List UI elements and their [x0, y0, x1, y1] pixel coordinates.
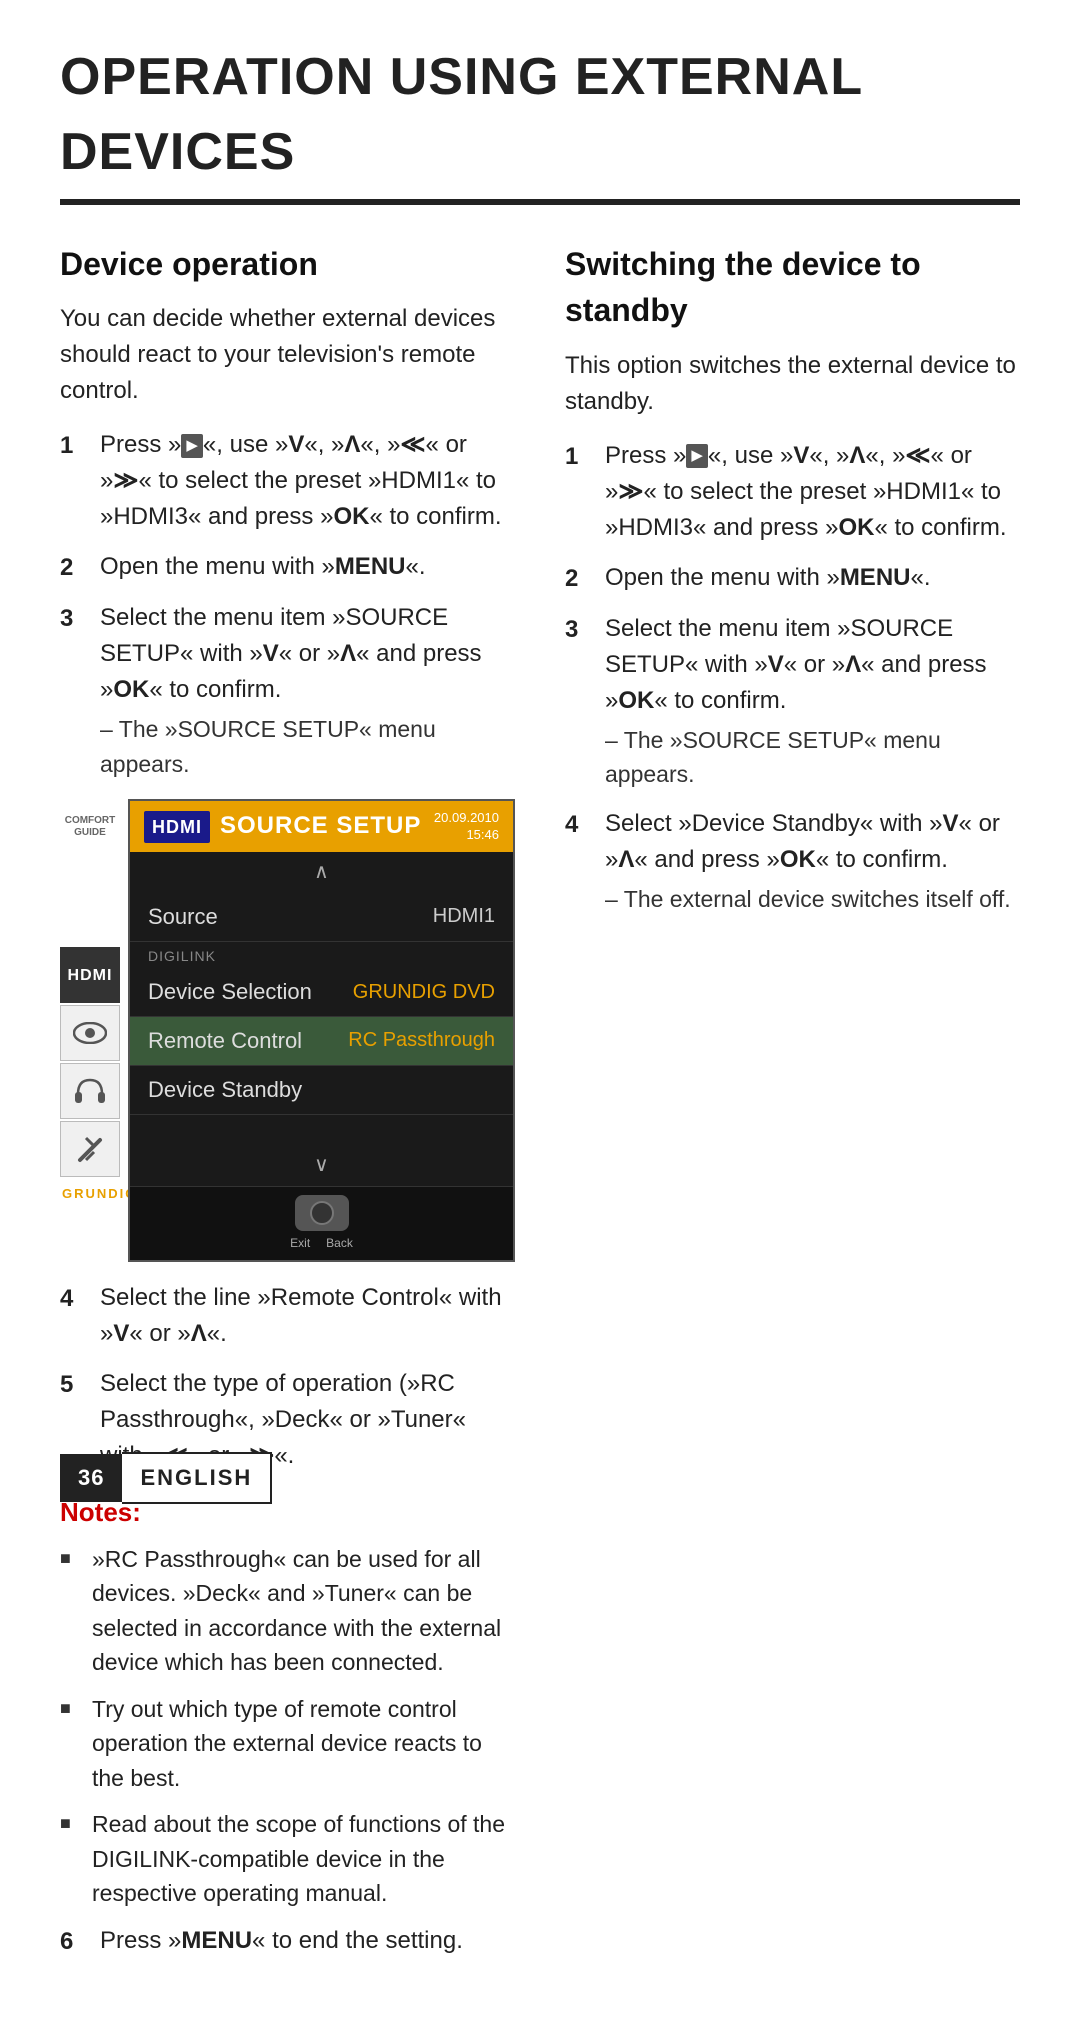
tv-menu-row-source: Source HDMI1 — [130, 893, 513, 942]
sidebar-tools — [60, 1121, 120, 1177]
right-step-1-num: 1 — [565, 439, 593, 475]
back-label: Back — [326, 1235, 353, 1252]
step-5-num: 5 — [60, 1367, 88, 1403]
hdmi-badge: HDMI — [144, 811, 210, 843]
right-step-1: 1 Press »▶«, use »V«, »Λ«, »≪« or »≫« to… — [565, 438, 1020, 546]
step-2-num: 2 — [60, 550, 88, 586]
step-2-content: Open the menu with »MENU«. — [100, 549, 515, 585]
sidebar-audio — [60, 1063, 120, 1119]
device-selection-label: Device Selection — [148, 976, 353, 1008]
left-steps-456: 4 Select the line »Remote Control« with … — [60, 1280, 515, 1474]
left-section-heading: Device operation — [60, 241, 515, 287]
step-3-content: Select the menu item »SOURCE SETUP« with… — [100, 600, 515, 781]
right-section-heading: Switching the device to standby — [565, 241, 1020, 334]
note-2: ■ Try out which type of remote control o… — [60, 1692, 515, 1796]
note-1: ■ »RC Passthrough« can be used for all d… — [60, 1542, 515, 1680]
step-1-num: 1 — [60, 428, 88, 464]
tv-menu-header: HDMI SOURCE SETUP 20.09.2010 15:46 — [130, 801, 513, 852]
step-1-content: Press »▶«, use »V«, »Λ«, »≪« or »≫« to s… — [100, 427, 515, 535]
right-intro: This option switches the external device… — [565, 348, 1020, 420]
tv-menu-down-arrow: ∨ — [130, 1145, 513, 1186]
grundig-sidebar-logo: GRUNDIG — [60, 1179, 128, 1210]
tv-menu-panel: HDMI SOURCE SETUP 20.09.2010 15:46 ∧ Sou… — [128, 799, 515, 1262]
tv-screen: COMFORTGUIDE HDMI — [60, 799, 515, 1262]
footer: 36 ENGLISH — [60, 1452, 272, 1504]
step-6-content: Press »MENU« to end the setting. — [100, 1923, 515, 1959]
left-steps-list: 1 Press »▶«, use »V«, »Λ«, »≪« or »≫« to… — [60, 427, 515, 781]
right-steps-list: 1 Press »▶«, use »V«, »Λ«, »≪« or »≫« to… — [565, 438, 1020, 917]
right-section: Switching the device to standby This opt… — [565, 241, 1020, 1974]
source-label: Source — [148, 901, 433, 933]
right-step-4-num: 4 — [565, 807, 593, 843]
page-title: OPERATION USING EXTERNAL DEVICES — [60, 40, 1020, 205]
step-3-num: 3 — [60, 601, 88, 637]
right-step-2-num: 2 — [565, 561, 593, 597]
note-3: ■ Read about the scope of functions of t… — [60, 1807, 515, 1911]
right-step-4: 4 Select »Device Standby« with »V« or »Λ… — [565, 806, 1020, 917]
right-step-2-content: Open the menu with »MENU«. — [605, 560, 1020, 596]
device-selection-value: GRUNDIG DVD — [353, 978, 495, 1007]
tv-menu-time: 20.09.2010 15:46 — [434, 810, 499, 844]
step-4-num: 4 — [60, 1281, 88, 1317]
right-step-4-content: Select »Device Standby« with »V« or »Λ« … — [605, 806, 1020, 917]
step-6: 6 Press »MENU« to end the setting. — [60, 1923, 515, 1960]
notes-section: Notes: ■ »RC Passthrough« can be used fo… — [60, 1494, 515, 1911]
note-1-text: »RC Passthrough« can be used for all dev… — [92, 1542, 515, 1680]
remote-control-value: RC Passthrough — [348, 1026, 495, 1055]
tv-menu-row-remote-control: Remote Control RC Passthrough — [130, 1017, 513, 1066]
right-step-3-num: 3 — [565, 612, 593, 648]
remote-control-label: Remote Control — [148, 1025, 348, 1057]
right-step-3-content: Select the menu item »SOURCE SETUP« with… — [605, 611, 1020, 792]
tv-menu-row-device-selection: Device Selection GRUNDIG DVD — [130, 968, 513, 1017]
step-4-content: Select the line »Remote Control« with »V… — [100, 1280, 515, 1352]
note-3-text: Read about the scope of functions of the… — [92, 1807, 515, 1911]
tv-menu-title: SOURCE SETUP — [220, 809, 424, 844]
tv-sidebar: COMFORTGUIDE HDMI — [60, 799, 128, 1210]
left-intro: You can decide whether external devices … — [60, 301, 515, 409]
left-section: Device operation You can decide whether … — [60, 241, 515, 1974]
footer-language: ENGLISH — [122, 1452, 272, 1504]
step-3: 3 Select the menu item »SOURCE SETUP« wi… — [60, 600, 515, 781]
right-step-1-content: Press »▶«, use »V«, »Λ«, »≪« or »≫« to s… — [605, 438, 1020, 546]
step-2: 2 Open the menu with »MENU«. — [60, 549, 515, 586]
tv-menu-up-arrow: ∧ — [130, 852, 513, 893]
note-2-text: Try out which type of remote control ope… — [92, 1692, 515, 1796]
step-6-num: 6 — [60, 1924, 88, 1960]
left-step-6: 6 Press »MENU« to end the setting. — [60, 1923, 515, 1960]
tv-digilink-label: DIGILINK — [130, 942, 513, 968]
tv-menu-bottom: Exit Back — [130, 1186, 513, 1260]
sidebar-comfort-guide: COMFORTGUIDE — [60, 799, 120, 855]
right-step-2: 2 Open the menu with »MENU«. — [565, 560, 1020, 597]
tv-menu-row-device-standby: Device Standby — [130, 1066, 513, 1115]
device-standby-label: Device Standby — [148, 1074, 495, 1106]
source-value: HDMI1 — [433, 902, 495, 931]
sidebar-eye — [60, 1005, 120, 1061]
step-4: 4 Select the line »Remote Control« with … — [60, 1280, 515, 1352]
step-1: 1 Press »▶«, use »V«, »Λ«, »≪« or »≫« to… — [60, 427, 515, 535]
sidebar-hdmi: HDMI — [60, 947, 120, 1003]
exit-label: Exit — [290, 1235, 310, 1252]
right-step-3: 3 Select the menu item »SOURCE SETUP« wi… — [565, 611, 1020, 792]
footer-page-number: 36 — [60, 1454, 122, 1502]
